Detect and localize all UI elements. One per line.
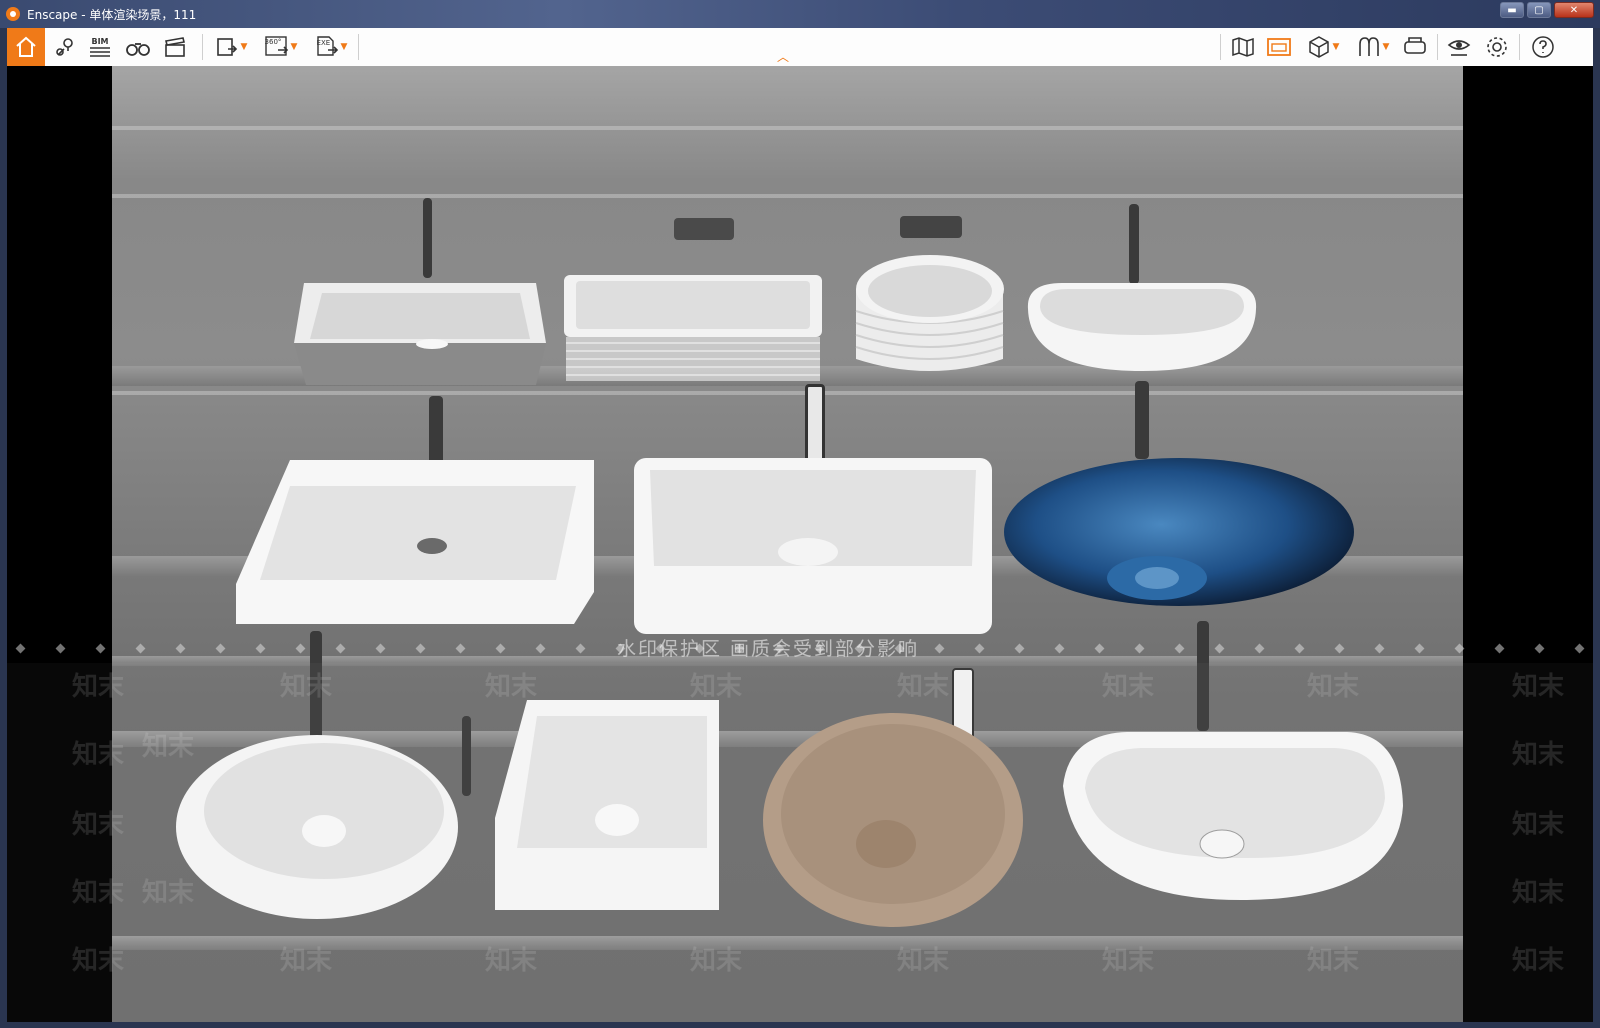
watermark-mark: 知末 bbox=[485, 672, 538, 702]
settings-button[interactable] bbox=[1483, 32, 1511, 62]
panorama-360-icon: 360° bbox=[265, 35, 289, 59]
watermark-mark: 知末 bbox=[72, 878, 125, 908]
chevron-down-icon[interactable]: ▼ bbox=[1333, 42, 1340, 52]
toolbar-divider bbox=[1220, 34, 1221, 60]
watermark-mark: 知末 bbox=[1512, 672, 1565, 702]
maximize-button[interactable]: ▢ bbox=[1527, 2, 1551, 18]
basin-rect-1 bbox=[292, 281, 548, 389]
binoculars-icon bbox=[126, 43, 150, 56]
faucet bbox=[1135, 381, 1149, 459]
toolbar-divider bbox=[1437, 34, 1438, 60]
watermark-mark: 知末 bbox=[690, 946, 743, 976]
basin-rect-2 bbox=[232, 458, 597, 626]
watermark-mark: 知末 bbox=[1102, 946, 1155, 976]
map-icon bbox=[1232, 37, 1254, 57]
home-button[interactable] bbox=[7, 28, 45, 66]
home-icon bbox=[16, 36, 36, 57]
close-button[interactable]: ✕ bbox=[1554, 2, 1594, 18]
title-bar: Enscape - 单体渲染场景，111 ▬ ▢ ✕ bbox=[0, 0, 1600, 28]
material-button[interactable]: ▼ bbox=[1351, 32, 1395, 62]
enscape-toolbar: BIM ▼ 360° ▼ EXE ▼ ︿ ▼ ▼ bbox=[7, 28, 1593, 67]
export-exe-icon: EXE bbox=[315, 35, 339, 59]
chevron-down-icon[interactable]: ▼ bbox=[241, 42, 248, 52]
watermark-mark: 知末 bbox=[280, 946, 333, 976]
watermark-mark: 知末 bbox=[897, 946, 950, 976]
cube-icon bbox=[1308, 36, 1329, 58]
chevron-down-icon[interactable]: ▼ bbox=[341, 42, 348, 52]
basin-blue-bowl bbox=[1002, 456, 1356, 614]
shelf-edge bbox=[112, 391, 1463, 395]
views-button[interactable] bbox=[53, 32, 79, 62]
watermark-mark: 知末 bbox=[1102, 672, 1155, 702]
chevron-down-icon[interactable]: ▼ bbox=[1383, 42, 1390, 52]
watermark-mark: 知末 bbox=[897, 672, 950, 702]
eye-icon bbox=[1447, 40, 1471, 56]
asset-library-button[interactable] bbox=[124, 32, 152, 62]
gear-icon bbox=[1487, 37, 1507, 57]
faucet bbox=[1129, 204, 1139, 284]
window-controls: ▬ ▢ ✕ bbox=[1500, 2, 1594, 18]
film-strip-icon bbox=[1267, 38, 1291, 56]
toolbar-divider bbox=[358, 34, 359, 60]
toolbar-divider bbox=[202, 34, 203, 60]
bim-label: BIM bbox=[91, 36, 109, 46]
enscape-logo-icon bbox=[6, 7, 20, 21]
window-title: Enscape - 单体渲染场景，111 bbox=[27, 8, 197, 22]
arches-icon bbox=[1358, 37, 1379, 56]
vr-headset-button[interactable] bbox=[1401, 32, 1429, 62]
help-icon bbox=[1532, 36, 1554, 58]
watermark-mark: 知末 bbox=[72, 672, 125, 702]
watermark-notice: 水印保护区 画质会受到部分影响 bbox=[617, 638, 920, 660]
watermark-mark: 知末 bbox=[485, 946, 538, 976]
visual-settings-button[interactable] bbox=[1445, 32, 1473, 62]
shelf-edge bbox=[112, 126, 1463, 130]
faucet bbox=[423, 198, 432, 278]
collapse-toolbar-icon[interactable]: ︿ bbox=[777, 48, 789, 65]
watermark-mark: 知末 bbox=[142, 878, 195, 908]
watermark-mark: 知末 bbox=[72, 810, 125, 840]
minimize-button[interactable]: ▬ bbox=[1500, 2, 1524, 18]
screenshot-button[interactable]: ▼ bbox=[209, 32, 253, 62]
basin-rect-stacked bbox=[562, 273, 824, 385]
watermark-mark: 知末 bbox=[1512, 946, 1565, 976]
basin-oval-1 bbox=[1022, 279, 1262, 374]
basin-round-stacked bbox=[852, 251, 1007, 381]
watermark-mark: 知末 bbox=[1512, 810, 1565, 840]
toolbar-divider bbox=[1519, 34, 1520, 60]
render-viewport[interactable]: 水印保护区 画质会受到部分影响 知末 知末 知末 知末 知末 知末 知末 知末 … bbox=[7, 66, 1593, 1022]
location-pin-icon bbox=[56, 38, 73, 56]
watermark-mark: 知末 bbox=[72, 740, 125, 770]
help-button[interactable] bbox=[1529, 32, 1557, 62]
bim-lines-icon bbox=[90, 46, 110, 57]
export-exe-button[interactable]: EXE ▼ bbox=[309, 32, 353, 62]
clapperboard-icon bbox=[165, 37, 185, 57]
panorama-button[interactable]: 360° ▼ bbox=[258, 32, 304, 62]
watermark-mark: 知末 bbox=[1512, 878, 1565, 908]
map-button[interactable] bbox=[1229, 32, 1257, 62]
basin-rect-3 bbox=[632, 456, 994, 636]
watermark-mark: 知末 bbox=[280, 672, 333, 702]
video-editor-button[interactable] bbox=[162, 32, 188, 62]
watermark-mark: 知末 bbox=[72, 946, 125, 976]
capture-preview-button[interactable] bbox=[1265, 32, 1293, 62]
watermark-mark: 知末 bbox=[1307, 672, 1360, 702]
objects-button[interactable]: ▼ bbox=[1301, 32, 1345, 62]
wall-faucet bbox=[900, 216, 962, 238]
bim-button[interactable]: BIM bbox=[87, 32, 113, 62]
watermark-mark: 知末 bbox=[690, 672, 743, 702]
chevron-down-icon[interactable]: ▼ bbox=[291, 42, 298, 52]
vr-headset-icon bbox=[1404, 37, 1426, 54]
shelf-edge bbox=[112, 194, 1463, 198]
watermark-mark: 知末 bbox=[1307, 946, 1360, 976]
sensor-faucet bbox=[805, 384, 825, 464]
watermark-mark: 知末 bbox=[1512, 740, 1565, 770]
export-image-icon bbox=[216, 38, 237, 56]
watermark-mark: 知末 bbox=[142, 732, 195, 762]
wall-faucet bbox=[674, 218, 734, 240]
